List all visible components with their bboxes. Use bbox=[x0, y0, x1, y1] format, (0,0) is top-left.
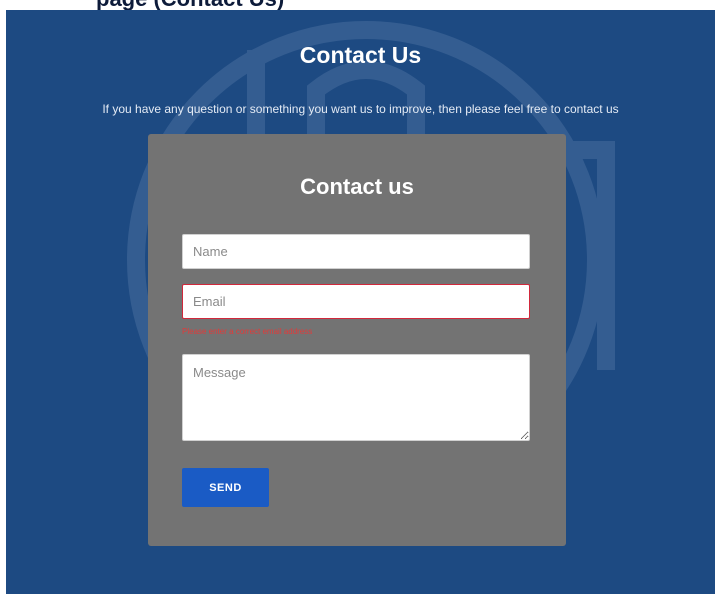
top-strip: page (Contact Us) bbox=[0, 0, 715, 11]
email-input[interactable] bbox=[182, 284, 530, 319]
send-button[interactable]: SEND bbox=[182, 468, 269, 507]
name-input[interactable] bbox=[182, 234, 530, 269]
message-textarea[interactable] bbox=[182, 354, 530, 441]
email-error-message: Please enter a correct email address bbox=[182, 327, 313, 336]
contact-form-card: Contact us Please enter a correct email … bbox=[148, 134, 566, 546]
form-title: Contact us bbox=[300, 174, 414, 199]
page-title: Contact Us bbox=[299, 42, 422, 68]
contact-section: Contact Us If you have any question or s… bbox=[6, 10, 715, 594]
page-subtitle: If you have any question or something yo… bbox=[102, 102, 619, 116]
